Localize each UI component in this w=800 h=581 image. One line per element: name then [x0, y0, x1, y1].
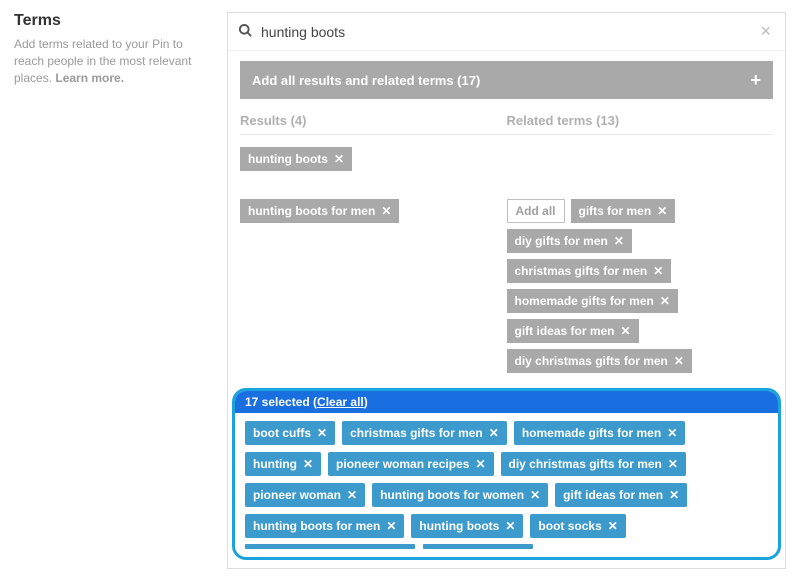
clear-search-icon[interactable]: ×	[756, 21, 775, 42]
selected-terms-panel: 17 selected (Clear all) boot cuffs ✕ chri…	[232, 388, 781, 560]
selected-tag[interactable]: diy christmas gifts for men ✕	[501, 452, 686, 476]
tag-label: diy christmas gifts for men	[509, 457, 662, 471]
selected-tags-container: boot cuffs ✕ christmas gifts for men ✕ hom…	[235, 413, 778, 538]
remove-icon[interactable]: ✕	[614, 234, 624, 248]
result-row: hunting boots for men ✕ Add all gifts fo…	[240, 199, 773, 373]
selected-tag[interactable]: hunting boots for women ✕	[372, 483, 548, 507]
related-tag[interactable]: diy gifts for men ✕	[507, 229, 632, 253]
results-header: Results (4)	[240, 113, 507, 128]
tag-label: hunting boots	[419, 519, 499, 533]
remove-icon[interactable]: ✕	[653, 264, 663, 278]
remove-icon[interactable]: ✕	[303, 457, 313, 471]
remove-icon[interactable]: ✕	[475, 457, 485, 471]
selected-tag[interactable]: homemade gifts for men ✕	[514, 421, 685, 445]
selected-tag[interactable]: pioneer woman ✕	[245, 483, 365, 507]
section-title: Terms	[14, 12, 209, 30]
remove-icon[interactable]: ✕	[386, 519, 396, 533]
remove-icon[interactable]: ✕	[621, 324, 631, 338]
remove-icon[interactable]: ✕	[381, 204, 391, 218]
remove-icon[interactable]: ✕	[317, 426, 327, 440]
tag-label: gift ideas for men	[515, 324, 615, 338]
selected-header: 17 selected (Clear all)	[235, 391, 778, 413]
tag-label: diy christmas gifts for men	[515, 354, 668, 368]
section-description: Add terms related to your Pin to reach p…	[14, 36, 209, 86]
terms-panel: × Add all results and related terms (17)…	[227, 12, 786, 569]
add-all-results-button[interactable]: Add all results and related terms (17) +	[240, 61, 773, 99]
remove-icon[interactable]: ✕	[489, 426, 499, 440]
tag-label: hunting boots for men	[248, 204, 375, 218]
add-all-related-button[interactable]: Add all	[507, 199, 565, 223]
tag-label: gifts for men	[579, 204, 652, 218]
tag-label: gift ideas for men	[563, 488, 663, 502]
plus-icon: +	[750, 71, 761, 89]
related-tag[interactable]: gifts for men ✕	[571, 199, 676, 223]
selected-tag[interactable]: hunting ✕	[245, 452, 321, 476]
selected-tag[interactable]: boot cuffs ✕	[245, 421, 335, 445]
tag-label: homemade gifts for men	[522, 426, 661, 440]
remove-icon[interactable]: ✕	[530, 488, 540, 502]
result-tag[interactable]: hunting boots ✕	[240, 147, 352, 171]
remove-icon[interactable]: ✕	[334, 152, 344, 166]
column-headers: Results (4) Related terms (13)	[240, 113, 773, 128]
remove-icon[interactable]: ✕	[660, 294, 670, 308]
tag-label: homemade gifts for men	[515, 294, 654, 308]
related-tag[interactable]: gift ideas for men ✕	[507, 319, 639, 343]
result-row: hunting boots ✕	[240, 147, 773, 171]
clear-all-link[interactable]: Clear all	[317, 395, 364, 409]
tag-label: pioneer woman	[253, 488, 341, 502]
related-tag[interactable]: christmas gifts for men ✕	[507, 259, 672, 283]
tag-label: christmas gifts for men	[515, 264, 648, 278]
remove-icon[interactable]: ✕	[347, 488, 357, 502]
tag-label: boot cuffs	[253, 426, 311, 440]
partial-tag-bar	[423, 544, 533, 549]
divider	[240, 134, 773, 135]
result-tag[interactable]: hunting boots for men ✕	[240, 199, 399, 223]
tag-label: hunting boots	[248, 152, 328, 166]
tag-label: diy gifts for men	[515, 234, 608, 248]
remove-icon[interactable]: ✕	[667, 426, 677, 440]
search-input[interactable]	[261, 24, 756, 40]
learn-more-link[interactable]: Learn more.	[55, 71, 124, 85]
tag-label: boot socks	[538, 519, 601, 533]
remove-icon[interactable]: ✕	[669, 488, 679, 502]
selected-tag[interactable]: christmas gifts for men ✕	[342, 421, 507, 445]
selected-tag[interactable]: gift ideas for men ✕	[555, 483, 687, 507]
related-tag[interactable]: homemade gifts for men ✕	[507, 289, 678, 313]
results-scroll-area: Add all results and related terms (17) +…	[228, 51, 785, 384]
tag-label: hunting boots for men	[253, 519, 380, 533]
search-row: ×	[228, 13, 785, 51]
overflow-hint	[235, 538, 778, 549]
remove-icon[interactable]: ✕	[674, 354, 684, 368]
remove-icon[interactable]: ✕	[657, 204, 667, 218]
related-terms-header: Related terms (13)	[507, 113, 774, 128]
selected-tag[interactable]: pioneer woman recipes ✕	[328, 452, 493, 476]
partial-tag-bar	[245, 544, 415, 549]
search-icon	[238, 23, 253, 41]
selected-tag[interactable]: hunting boots for men ✕	[245, 514, 404, 538]
tag-label: christmas gifts for men	[350, 426, 483, 440]
related-tag[interactable]: diy christmas gifts for men ✕	[507, 349, 692, 373]
remove-icon[interactable]: ✕	[608, 519, 618, 533]
tag-label: hunting	[253, 457, 297, 471]
remove-icon[interactable]: ✕	[668, 457, 678, 471]
remove-icon[interactable]: ✕	[505, 519, 515, 533]
selected-tag[interactable]: hunting boots ✕	[411, 514, 523, 538]
selected-tag[interactable]: boot socks ✕	[530, 514, 625, 538]
add-all-label: Add all results and related terms (17)	[252, 73, 480, 88]
tag-label: pioneer woman recipes	[336, 457, 469, 471]
tag-label: hunting boots for women	[380, 488, 524, 502]
